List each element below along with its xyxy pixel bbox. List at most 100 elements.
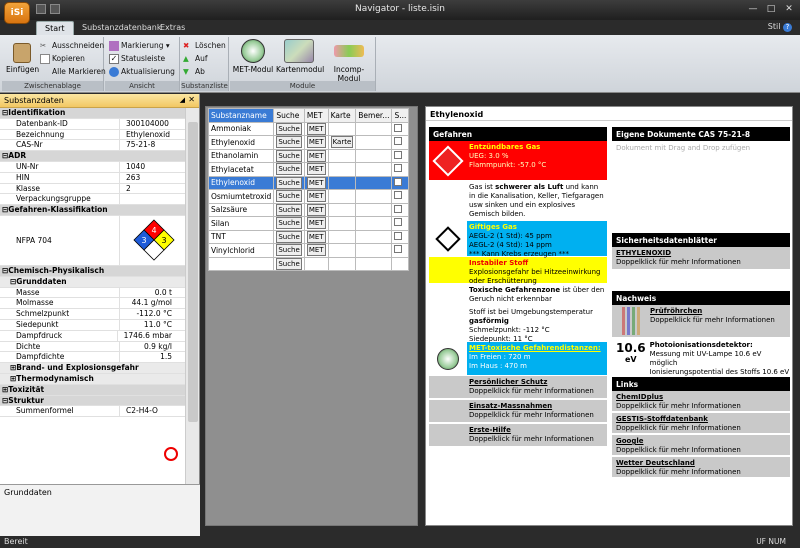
met-modul-button[interactable]: MET-Modul <box>232 39 274 74</box>
property-row[interactable]: Dampfdichte 1.5 <box>0 352 186 364</box>
row-checkbox[interactable] <box>394 191 403 200</box>
panel-close-icon[interactable]: ✕ <box>188 95 195 104</box>
substance-name[interactable]: Vinylchlorid <box>207 243 275 258</box>
property-row[interactable]: Verpackungsgruppe <box>0 194 186 206</box>
row-checkbox[interactable] <box>394 177 403 186</box>
pruefroehrchen-item[interactable]: Prüfröhrchen Doppelklick für mehr Informa… <box>612 305 790 339</box>
remark-cell[interactable] <box>355 216 393 231</box>
karte-button[interactable]: Karte <box>330 136 354 149</box>
row-checkbox[interactable] <box>394 164 403 173</box>
column-header[interactable]: Karte <box>327 108 357 123</box>
hazard-flammable[interactable]: Entzündbares Gas UEG: 3.0 % Flammpunkt: -5… <box>429 141 607 181</box>
substance-name[interactable]: TNT <box>207 229 275 244</box>
remark-cell[interactable] <box>355 121 393 136</box>
persoenlicher-schutz[interactable]: Persönlicher Schutz Doppelklick für mehr … <box>429 376 607 400</box>
table-row[interactable]: Silan Suche MET <box>207 216 410 231</box>
row-checkbox[interactable] <box>394 204 403 213</box>
remark-cell[interactable] <box>355 229 393 244</box>
link-item[interactable]: Wetter Deutschland Doppelklick für mehr I… <box>612 457 790 479</box>
remark-cell[interactable] <box>355 148 393 163</box>
tab-extras[interactable]: Extras <box>152 21 193 35</box>
delete-button[interactable]: ✖ Löschen <box>183 41 226 51</box>
select-all-button[interactable]: Alle Markieren <box>40 67 106 76</box>
table-row[interactable]: Ethylenoxid Suche MET <box>207 175 410 190</box>
row-checkbox[interactable] <box>394 123 403 132</box>
table-row[interactable]: Vinylchlorid Suche MET <box>207 243 410 258</box>
property-row[interactable]: Dichte 0.9 kg/l <box>0 341 186 353</box>
property-row[interactable]: Summenformel C2-H4-O <box>0 406 186 418</box>
move-down-button[interactable]: ▼ Ab <box>183 67 205 77</box>
substance-name[interactable]: Silan <box>207 216 275 231</box>
app-logo[interactable]: iSi <box>4 2 30 24</box>
hazard-toxic[interactable]: Giftiges Gas AEGL-2 (1 Std): 45 ppm AEGL-2… <box>429 221 607 258</box>
column-header[interactable]: MET <box>303 108 329 123</box>
property-row[interactable]: Datenbank-ID 300104000 <box>0 118 186 130</box>
search-button[interactable]: Suche <box>276 163 302 176</box>
substance-name[interactable]: Salzsäure <box>207 202 275 217</box>
table-row[interactable]: Ethanolamin Suche MET <box>207 148 410 163</box>
category-adr[interactable]: ⊟ ADR <box>0 151 186 162</box>
kartenmodul-button[interactable]: Kartenmodul <box>276 39 324 74</box>
search-button[interactable]: Suche <box>276 217 302 230</box>
pid-item[interactable]: 10.6 eV Photoionisationsdetektor: Messung … <box>612 339 790 376</box>
row-checkbox[interactable] <box>394 137 403 146</box>
column-header[interactable]: Suche <box>273 108 305 123</box>
remark-cell[interactable] <box>355 243 393 258</box>
incomp-modul-button[interactable]: Incomp-Modul <box>324 39 374 83</box>
row-checkbox[interactable] <box>394 231 403 240</box>
table-row[interactable]: Salzsäure Suche MET <box>207 202 410 217</box>
remark-cell[interactable] <box>355 202 393 217</box>
met-button[interactable]: MET <box>306 176 326 189</box>
property-grid[interactable]: ⊟ Identifikation Datenbank-ID 300104000 Be… <box>0 108 186 486</box>
substance-name[interactable]: Osmiumtetroxid <box>207 189 275 204</box>
met-button[interactable]: MET <box>306 230 326 243</box>
substance-name[interactable]: Ethylenoxid <box>207 135 275 150</box>
table-row[interactable]: Ethylacetat Suche MET <box>207 162 410 177</box>
subcategory-thermo[interactable]: ⊞ Thermodynamisch <box>0 373 186 385</box>
category-toxizitaet[interactable]: ⊞ Toxizität <box>0 384 186 396</box>
table-row[interactable]: TNT Suche MET <box>207 229 410 244</box>
hazard-gaseous[interactable]: Stoff ist bei Umgebungstemperatur gasförm… <box>429 306 607 343</box>
met-button[interactable]: MET <box>306 136 326 149</box>
style-menu[interactable]: Stil ? <box>768 22 792 32</box>
link-item[interactable]: Google Doppelklick für mehr Informationen <box>612 435 790 457</box>
substance-name[interactable]: Ethylacetat <box>207 162 275 177</box>
statusleiste-checkbox[interactable]: ✓ Statusleiste <box>109 54 165 64</box>
category-struktur[interactable]: ⊟ Struktur <box>0 395 186 407</box>
table-row[interactable]: Ammoniak Suche MET <box>207 121 410 136</box>
search-button[interactable]: Suche <box>276 203 302 216</box>
search-button[interactable]: Suche <box>276 149 302 162</box>
substance-name[interactable] <box>207 256 275 271</box>
hazard-heavier-than-air[interactable]: Gas ist schwerer als Luft und kann in di… <box>429 181 607 221</box>
help-icon[interactable]: ? <box>783 23 792 32</box>
maximize-icon[interactable]: □ <box>764 3 778 15</box>
property-row[interactable]: Siedepunkt 11.0 °C <box>0 319 186 331</box>
property-row[interactable]: Klasse 2 <box>0 183 186 195</box>
met-button[interactable]: MET <box>306 149 326 162</box>
table-row[interactable]: Ethylenoxid Suche MET Karte <box>207 135 410 150</box>
met-button[interactable]: MET <box>306 190 326 203</box>
copy-button[interactable]: Kopieren <box>40 54 85 64</box>
met-button[interactable]: MET <box>306 244 326 257</box>
search-button[interactable]: Suche <box>276 176 302 189</box>
property-row[interactable]: Bezeichnung Ethylenoxid <box>0 129 186 141</box>
category-gefahren[interactable]: ⊟ Gefahren-Klassifikation <box>0 205 186 216</box>
property-row[interactable]: Masse 0.0 t <box>0 287 186 299</box>
remark-cell[interactable] <box>355 256 393 271</box>
met-distances[interactable]: MET-toxische Gefahrendistanzen: Im Freien… <box>429 342 607 376</box>
remark-cell[interactable] <box>355 189 393 204</box>
met-button[interactable]: MET <box>306 163 326 176</box>
style-label[interactable]: Stil <box>768 22 781 31</box>
table-row[interactable]: Osmiumtetroxid Suche MET <box>207 189 410 204</box>
hazard-unstable[interactable]: Instabiler Stoff Explosionsgefahr bei Hit… <box>429 257 607 285</box>
row-checkbox[interactable] <box>394 218 403 227</box>
search-button[interactable]: Suche <box>276 257 302 270</box>
markierung-dropdown[interactable]: Markierung ▾ <box>109 41 170 51</box>
property-row[interactable]: HIN 263 <box>0 172 186 184</box>
remark-cell[interactable] <box>355 135 393 150</box>
remark-cell[interactable] <box>355 175 393 190</box>
column-header[interactable]: S... <box>391 108 410 123</box>
substance-name[interactable]: Ammoniak <box>207 121 275 136</box>
met-button[interactable]: MET <box>306 217 326 230</box>
erste-hilfe[interactable]: Erste-Hilfe Doppelklick für mehr Informat… <box>429 424 607 448</box>
